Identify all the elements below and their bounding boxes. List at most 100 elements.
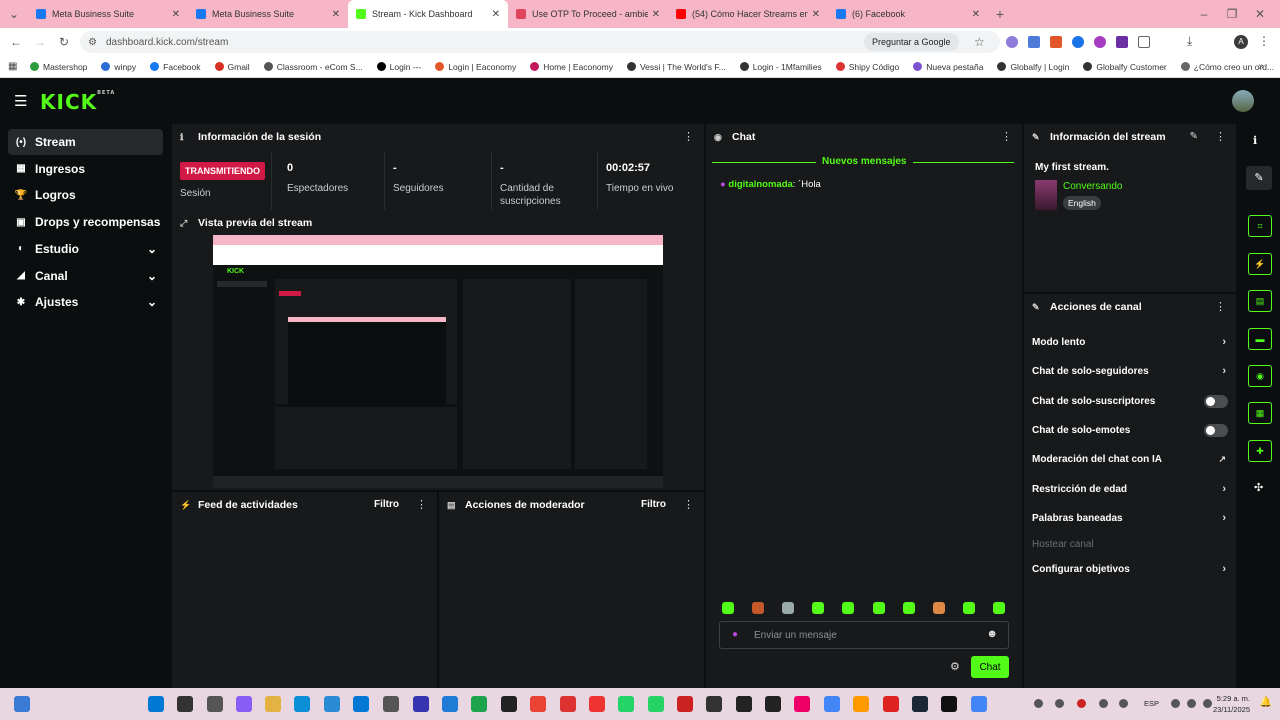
copilot-icon[interactable]: [236, 696, 252, 712]
chat-username[interactable]: digitalnomada: [728, 179, 792, 190]
edge-icon[interactable]: [294, 696, 310, 712]
bookmark-item[interactable]: Gmail: [214, 62, 250, 72]
sidebar-item-drops-y-recompensas[interactable]: ▣ Drops y recompensas: [8, 209, 163, 235]
bookmark-item[interactable]: Facebook: [150, 62, 201, 72]
bookmark-item[interactable]: Login - 1Mfamilies: [739, 62, 822, 72]
widget-icon[interactable]: [14, 696, 30, 712]
channel-action-row[interactable]: Moderación del chat con IA ↗: [1032, 449, 1236, 469]
channel-action-row[interactable]: Palabras baneadas ›: [1032, 508, 1236, 528]
sidebar-item-ajustes[interactable]: ✱ Ajustes ⌄: [8, 289, 163, 315]
speaker-icon[interactable]: [1187, 699, 1196, 708]
lightning-icon[interactable]: ⚡: [1248, 253, 1272, 275]
chat-settings-icon[interactable]: ⚙: [950, 660, 960, 673]
battery-icon[interactable]: [1203, 699, 1212, 708]
emoji-icon[interactable]: ☻: [986, 628, 998, 640]
edit-layout-icon[interactable]: ✎: [1246, 166, 1272, 190]
wrench-icon[interactable]: ✚: [1248, 440, 1272, 462]
chrome-icon[interactable]: [824, 696, 840, 712]
extension-icon[interactable]: [1050, 36, 1062, 48]
app-icon[interactable]: [677, 696, 693, 712]
emote-icon[interactable]: [962, 602, 975, 614]
bookmark-item[interactable]: Home | Eaconomy: [530, 62, 613, 72]
emote-icon[interactable]: [932, 602, 945, 614]
download-icon[interactable]: ⤓: [1187, 34, 1192, 49]
channel-action-row[interactable]: Modo lento ›: [1032, 332, 1236, 352]
app-icon[interactable]: [589, 696, 605, 712]
bookmark-item[interactable]: Vessi | The World's F...: [626, 62, 726, 72]
category-link[interactable]: Conversando: [1063, 181, 1122, 192]
extension-icon[interactable]: [1006, 36, 1018, 48]
store-icon[interactable]: [324, 696, 340, 712]
activity-filter-button[interactable]: Filtro: [374, 499, 399, 510]
extension-icon[interactable]: [1028, 36, 1040, 48]
apps-grid-icon[interactable]: ▦: [8, 61, 17, 72]
emote-icon[interactable]: [842, 602, 855, 614]
broadcast-icon[interactable]: ◉: [1248, 365, 1272, 387]
tray-icon[interactable]: [1099, 699, 1108, 708]
whatsapp-icon[interactable]: [648, 696, 664, 712]
layout-icon[interactable]: ▦: [1248, 402, 1272, 424]
sidebar-item-stream[interactable]: (•) Stream: [8, 129, 163, 155]
back-icon[interactable]: ←: [4, 35, 28, 49]
app-icon[interactable]: [413, 696, 429, 712]
focus-icon[interactable]: ⌗: [1248, 215, 1272, 237]
channel-action-row[interactable]: Chat de solo-seguidores ›: [1032, 361, 1236, 381]
bookmark-star-icon[interactable]: ☆: [974, 35, 985, 49]
app-icon[interactable]: [765, 696, 781, 712]
browser-tab[interactable]: Meta Business Suite ✕: [188, 0, 348, 28]
app-icon[interactable]: [794, 696, 810, 712]
tray-icon[interactable]: [1077, 699, 1086, 708]
task-view-icon[interactable]: [207, 696, 223, 712]
channel-action-row[interactable]: Chat de solo-suscriptores: [1032, 391, 1236, 411]
tiktok-icon[interactable]: [941, 696, 957, 712]
sidebar-item-ingresos[interactable]: ▦ Ingresos: [8, 156, 163, 182]
emote-icon[interactable]: [782, 602, 795, 614]
apps-icon[interactable]: ✣: [1254, 481, 1263, 494]
app-icon[interactable]: [853, 696, 869, 712]
browser-tab[interactable]: (54) Cómo Hacer Streams en K... ✕: [668, 0, 828, 28]
info-icon[interactable]: ℹ: [1253, 134, 1257, 147]
browser-tab[interactable]: Use OTP To Proceed - ambienta... ✕: [508, 0, 668, 28]
tab-close-icon[interactable]: ✕: [172, 9, 180, 20]
extension-icon[interactable]: [1094, 36, 1106, 48]
sidebar-item-logros[interactable]: 🏆 Logros: [8, 182, 163, 208]
browser-tab[interactable]: Meta Business Suite ✕: [28, 0, 188, 28]
send-chat-button[interactable]: Chat: [971, 656, 1009, 678]
extension-icon[interactable]: [1116, 36, 1128, 48]
profile-avatar[interactable]: A: [1234, 35, 1248, 49]
chat-bubble-icon[interactable]: ▬: [1248, 328, 1272, 350]
clock[interactable]: 5:29 a. m. 23/11/2025: [1213, 693, 1250, 715]
steam-icon[interactable]: [912, 696, 928, 712]
minimize-window-icon[interactable]: –: [1192, 7, 1216, 21]
toggle-switch[interactable]: [1204, 423, 1228, 437]
browser-tab[interactable]: Stream - Kick Dashboard ✕: [348, 0, 508, 28]
extension-icon[interactable]: [1072, 36, 1084, 48]
bookmark-item[interactable]: winpy: [101, 62, 136, 72]
microphone-icon[interactable]: [1119, 699, 1128, 708]
forward-icon[interactable]: →: [28, 35, 52, 49]
sidebar-item-estudio[interactable]: ◐ Estudio ⌄: [8, 236, 163, 262]
toggle-switch[interactable]: [1204, 394, 1228, 408]
chat-input[interactable]: ● Enviar un mensaje ☻: [719, 621, 1009, 649]
address-bar[interactable]: ⚙ dashboard.kick.com/stream: [80, 31, 1000, 53]
browser-tab[interactable]: (6) Facebook ✕: [828, 0, 988, 28]
bookmark-item[interactable]: Login ---: [376, 62, 421, 72]
bookmark-item[interactable]: Shipy Código: [835, 62, 899, 72]
app-icon[interactable]: [560, 696, 576, 712]
kick-logo[interactable]: KICKBETA: [40, 90, 115, 114]
start-icon[interactable]: [148, 696, 164, 712]
more-options-icon[interactable]: ⋮: [1215, 130, 1226, 143]
emote-icon[interactable]: [902, 602, 915, 614]
more-bookmarks-icon[interactable]: »: [1258, 61, 1264, 72]
tab-close-icon[interactable]: ✕: [492, 9, 500, 20]
reload-icon[interactable]: ↻: [52, 35, 76, 49]
tray-icon[interactable]: [1055, 699, 1064, 708]
channel-action-row[interactable]: Restricción de edad ›: [1032, 479, 1236, 499]
more-options-icon[interactable]: ⋮: [416, 498, 427, 511]
more-options-icon[interactable]: ⋮: [683, 498, 694, 511]
bookmark-item[interactable]: Login | Eaconomy: [435, 62, 516, 72]
app-icon[interactable]: [883, 696, 899, 712]
search-icon[interactable]: [177, 696, 193, 712]
channel-action-row[interactable]: Chat de solo-emotes: [1032, 420, 1236, 440]
app-icon[interactable]: [501, 696, 517, 712]
